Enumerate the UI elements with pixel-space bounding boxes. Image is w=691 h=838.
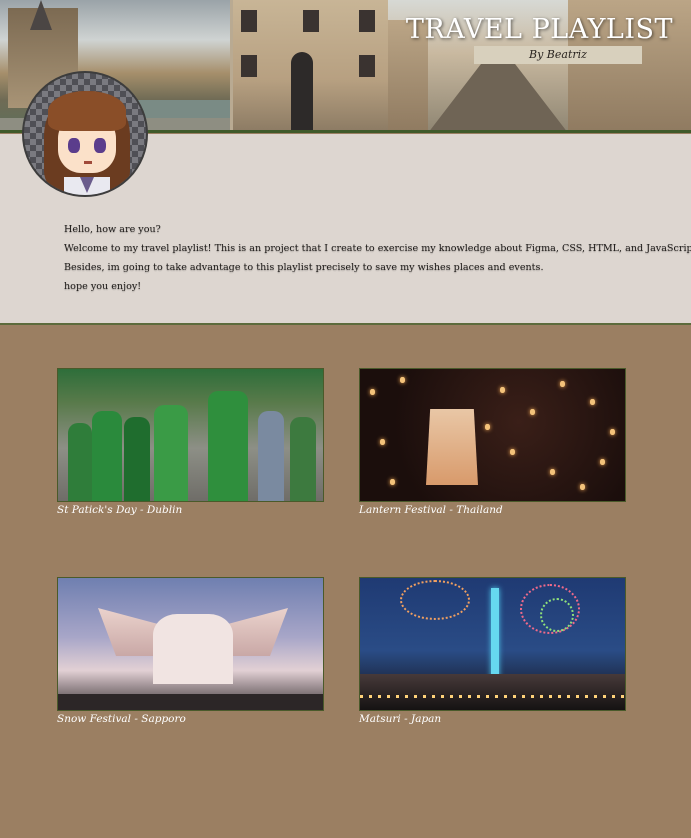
- profile-avatar: [22, 71, 148, 197]
- event-image-lantern-festival[interactable]: [359, 368, 626, 502]
- purpose-text: Besides, im going to take advantage to t…: [64, 262, 544, 273]
- event-image-matsuri[interactable]: [359, 577, 626, 711]
- banner-photo-paris-building: [233, 0, 388, 133]
- event-card-thailand[interactable]: Lantern Festival - Thailand: [359, 368, 626, 517]
- page-title: TRAVEL PLAYLIST: [405, 14, 673, 45]
- event-caption: Lantern Festival - Thailand: [359, 504, 503, 516]
- greeting-text: Hello, how are you?: [64, 224, 161, 235]
- event-caption: Snow Festival - Sapporo: [57, 713, 186, 725]
- event-card-japan[interactable]: Matsuri - Japan: [359, 577, 626, 726]
- event-card-sapporo[interactable]: Snow Festival - Sapporo: [57, 577, 324, 726]
- event-card-dublin[interactable]: St Patick's Day - Dublin: [57, 368, 324, 517]
- welcome-text: Welcome to my travel playlist! This is a…: [64, 243, 691, 254]
- closing-text: hope you enjoy!: [64, 281, 142, 292]
- event-image-snow-festival[interactable]: [57, 577, 324, 711]
- event-image-st-patricks[interactable]: [57, 368, 324, 502]
- event-caption: Matsuri - Japan: [359, 713, 442, 725]
- event-caption: St Patick's Day - Dublin: [57, 504, 183, 516]
- author-byline: By Beatriz: [529, 48, 587, 61]
